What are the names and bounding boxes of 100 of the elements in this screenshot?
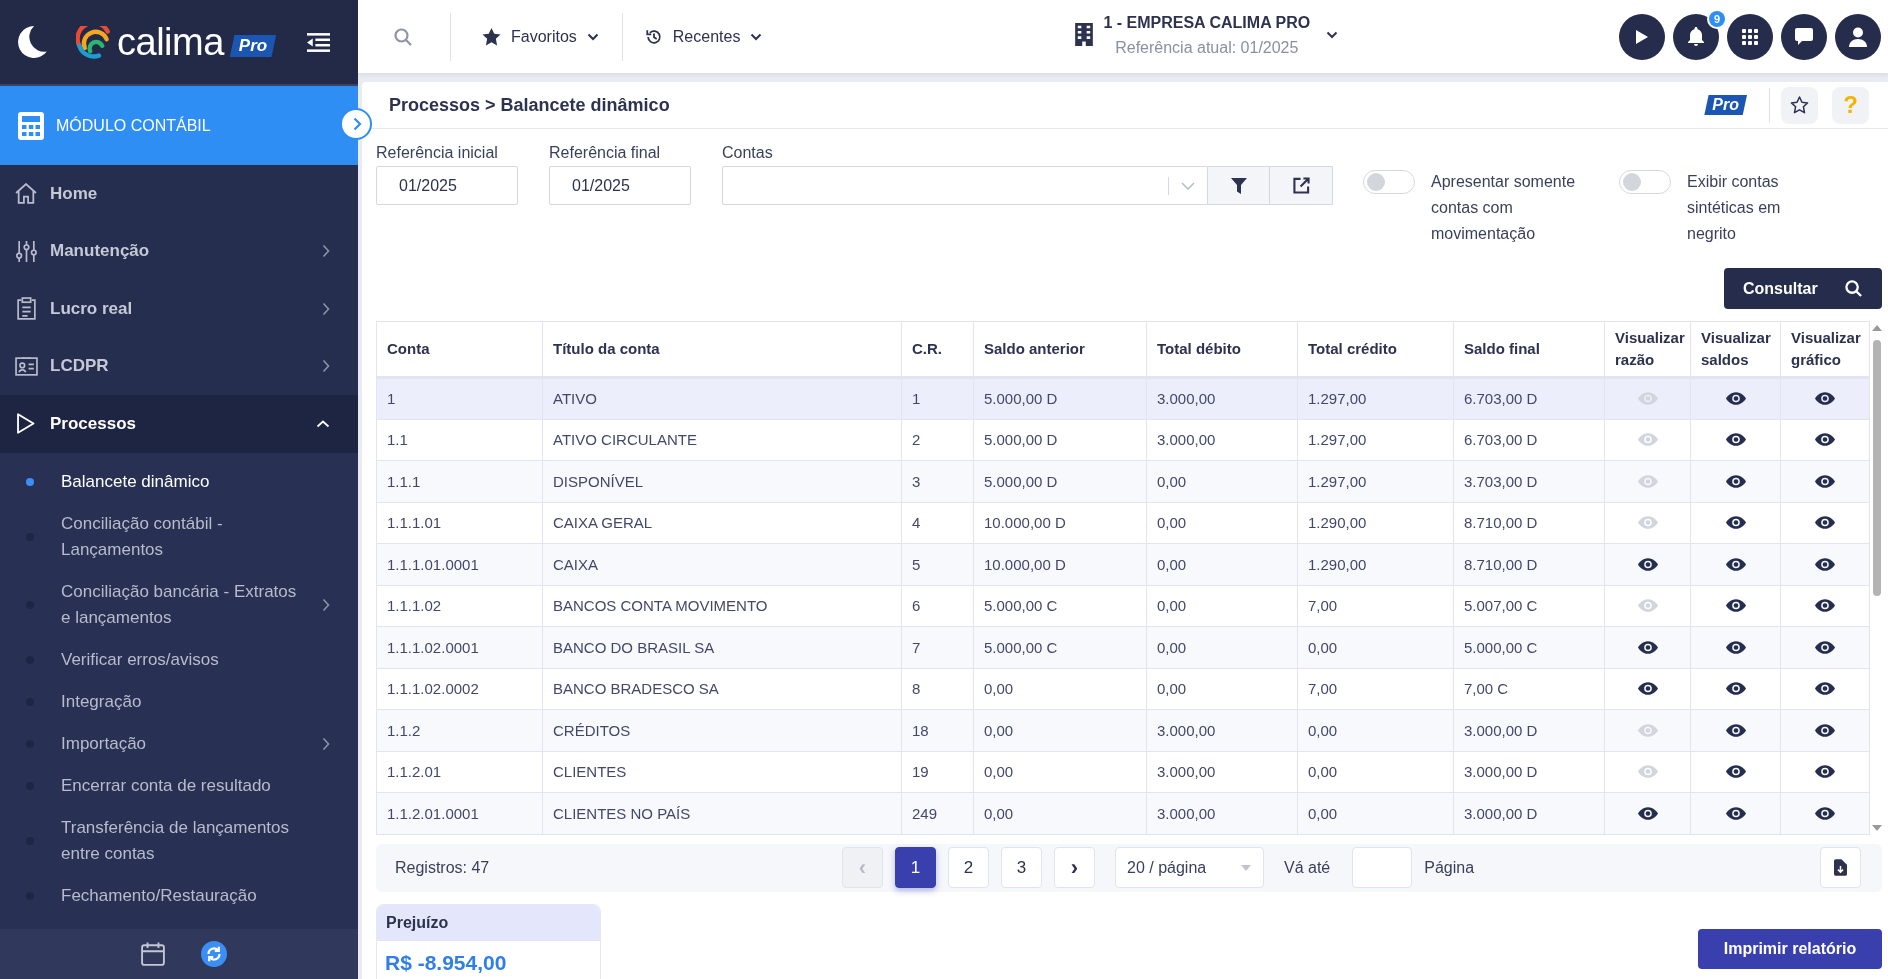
table-cell: 18 <box>901 709 974 751</box>
home-icon <box>15 183 37 205</box>
table-row[interactable]: 1.1.1.02.0001 BANCO DO BRASIL SA 7 5.000,00 C 0,00 0,00 5.000,00 C <box>376 626 1870 668</box>
eye-icon[interactable] <box>1725 682 1746 696</box>
table-row[interactable]: 1.1.1.01 CAIXA GERAL 4 10.000,00 D 0,00 1.290,00 8.710,00 D <box>376 502 1870 544</box>
table-row[interactable]: 1.1.2 CRÉDITOS 18 0,00 3.000,00 0,00 3.000,00 D <box>376 709 1870 751</box>
eye-icon[interactable] <box>1725 806 1746 820</box>
refresh-icon[interactable] <box>201 941 227 967</box>
company-selector[interactable]: 1 - EMPRESA CALIMA PRO Referência atual: 01/2025 <box>1075 9 1339 60</box>
table-cell: 10.000,00 D <box>973 543 1147 585</box>
favorites-menu[interactable]: Favoritos <box>482 27 599 46</box>
page-button[interactable]: 2 <box>948 847 989 888</box>
profile-button[interactable] <box>1835 13 1881 60</box>
chevron-right-icon <box>322 736 330 751</box>
toggle-label: Apresentar somente contas com movimentação <box>1431 172 1577 244</box>
nav-item[interactable]: Home <box>0 165 358 223</box>
notifications-button[interactable] <box>1673 13 1719 60</box>
eye-icon[interactable] <box>1815 723 1835 737</box>
nav-item[interactable]: LCDPR <box>0 337 358 395</box>
page-size-select[interactable]: 20 / página <box>1115 847 1264 888</box>
apps-button[interactable] <box>1727 13 1773 60</box>
table-cell: 3.000,00 <box>1146 377 1298 419</box>
table-row[interactable]: 1.1 ATIVO CIRCULANTE 2 5.000,00 D 3.000,00 1.297,00 6.703,00 D <box>376 419 1870 461</box>
table-row[interactable]: 1.1.1.02 BANCOS CONTA MOVIMENTO 6 5.000,00 C 0,00 7,00 5.007,00 C <box>376 585 1870 627</box>
search-icon <box>1845 280 1862 297</box>
eye-icon[interactable] <box>1637 806 1658 820</box>
eye-icon[interactable] <box>1725 765 1746 779</box>
print-button[interactable]: Imprimir relatório <box>1698 928 1882 969</box>
calendar-icon[interactable] <box>141 942 165 966</box>
table-cell: 5.000,00 C <box>973 626 1147 668</box>
table-row[interactable]: 1.1.1.01.0001 CAIXA 5 10.000,00 D 0,00 1.290,00 8.710,00 D <box>376 543 1870 585</box>
date-field[interactable]: 01/2025 <box>376 166 518 205</box>
table-row[interactable]: 1.1.2.01.0001 CLIENTES NO PAÍS 249 0,00 3.000,00 0,00 3.000,00 D <box>376 792 1870 834</box>
search-icon[interactable] <box>394 27 412 46</box>
eye-icon[interactable] <box>1725 392 1746 406</box>
eye-icon[interactable] <box>1725 640 1746 654</box>
play-button[interactable] <box>1619 13 1665 60</box>
submenu-item[interactable]: Encerrar conta de resultado <box>0 764 358 807</box>
page-button[interactable]: 3 <box>1001 847 1042 888</box>
eye-icon[interactable] <box>1725 557 1746 571</box>
eye-icon[interactable] <box>1815 392 1835 406</box>
export-button[interactable] <box>1820 847 1861 888</box>
table-row[interactable]: 1.1.1 DISPONÍVEL 3 5.000,00 D 0,00 1.297,00 3.703,00 D <box>376 460 1870 502</box>
page-button[interactable]: 1 <box>895 847 936 888</box>
swirl-logo-icon <box>76 25 111 59</box>
table-cell: 8.710,00 D <box>1453 543 1605 585</box>
eye-icon[interactable] <box>1637 640 1658 654</box>
toggle-switch[interactable] <box>1619 170 1671 194</box>
table-cell: 1.1.1.02.0001 <box>376 626 543 668</box>
collapse-menu-icon[interactable] <box>307 32 330 52</box>
eye-icon[interactable] <box>1815 806 1835 820</box>
eye-icon[interactable] <box>1725 599 1746 613</box>
toggle-switch[interactable] <box>1363 170 1415 194</box>
table-cell: 1 <box>901 377 974 419</box>
submenu-item[interactable]: Conciliação contábil - Lançamentos <box>0 502 358 571</box>
page-input[interactable] <box>1352 847 1413 888</box>
eye-icon[interactable] <box>1725 433 1746 447</box>
eye-icon[interactable] <box>1815 640 1835 654</box>
nav-item[interactable]: Manutenção <box>0 222 358 280</box>
date-field[interactable]: 01/2025 <box>549 166 691 205</box>
table-cell: 1.1.1.01 <box>376 502 543 544</box>
submenu-item[interactable]: Integração <box>0 680 358 723</box>
eye-icon[interactable] <box>1637 682 1658 696</box>
eye-icon[interactable] <box>1725 723 1746 737</box>
favorite-button[interactable] <box>1781 86 1818 124</box>
next-page-button[interactable]: › <box>1054 847 1095 888</box>
table-cell: 3.000,00 <box>1146 792 1298 834</box>
eye-icon[interactable] <box>1815 682 1835 696</box>
eye-icon[interactable] <box>1815 765 1835 779</box>
eye-icon[interactable] <box>1815 516 1835 530</box>
submenu-item[interactable]: Balancete dinâmico <box>0 460 358 503</box>
table-cell: 5.000,00 D <box>973 460 1147 502</box>
eye-icon[interactable] <box>1725 474 1746 488</box>
eye-icon[interactable] <box>1815 557 1835 571</box>
eye-icon[interactable] <box>1637 557 1658 571</box>
table-row[interactable]: 1 ATIVO 1 5.000,00 D 3.000,00 1.297,00 6.703,00 D <box>376 377 1870 419</box>
consult-button[interactable]: Consultar <box>1724 268 1882 309</box>
filter-button[interactable] <box>1208 166 1270 205</box>
submenu-item[interactable]: Fechamento/Restauração <box>0 874 358 917</box>
nav-item[interactable]: Lucro real <box>0 280 358 338</box>
submenu-item[interactable]: Importação <box>0 722 358 765</box>
chat-button[interactable] <box>1781 13 1827 60</box>
moon-icon[interactable] <box>18 26 48 58</box>
submenu-item[interactable]: Conciliação bancária - Extratos e lançamentos <box>0 570 358 639</box>
open-external-button[interactable] <box>1270 166 1333 205</box>
eye-icon[interactable] <box>1725 516 1746 530</box>
table-row[interactable]: 1.1.1.02.0002 BANCO BRADESCO SA 8 0,00 0,00 7,00 7,00 C <box>376 668 1870 710</box>
submenu-item[interactable]: Transferência de lançamentos entre contas <box>0 806 358 875</box>
calculator-icon <box>18 111 44 140</box>
column-header: Título da conta <box>542 321 902 378</box>
eye-icon[interactable] <box>1815 474 1835 488</box>
table-row[interactable]: 1.1.2.01 CLIENTES 19 0,00 3.000,00 0,00 3.000,00 D <box>376 751 1870 793</box>
submenu-item[interactable]: Verificar erros/avisos <box>0 638 358 681</box>
recents-menu[interactable]: Recentes <box>644 27 763 46</box>
chevron-right-icon <box>322 359 330 374</box>
card-value: R$ -8.954,00 <box>384 949 508 976</box>
nav-item[interactable]: Processos <box>0 395 358 453</box>
eye-icon[interactable] <box>1815 599 1835 613</box>
eye-icon[interactable] <box>1815 433 1835 447</box>
table-cell: 3 <box>901 460 974 502</box>
